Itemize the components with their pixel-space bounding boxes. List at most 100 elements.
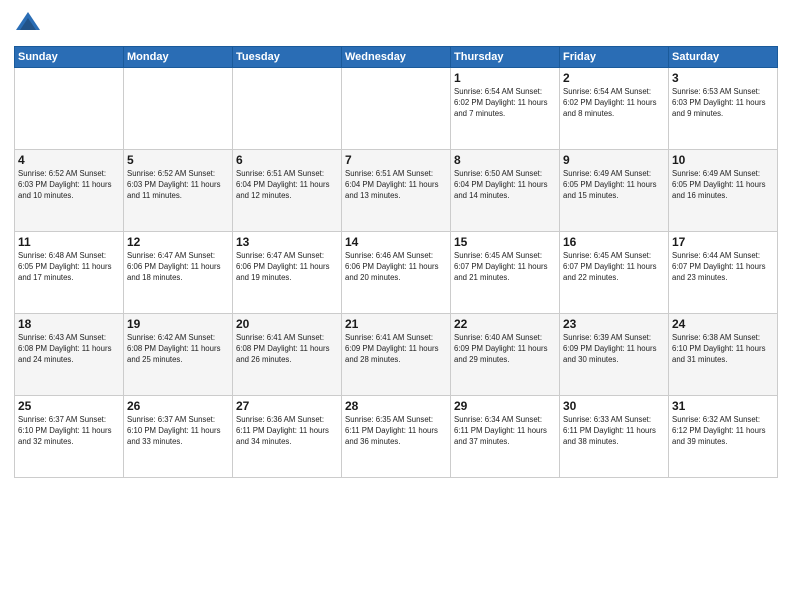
day-number: 12 bbox=[127, 235, 229, 249]
calendar-cell: 4Sunrise: 6:52 AM Sunset: 6:03 PM Daylig… bbox=[15, 150, 124, 232]
day-number: 19 bbox=[127, 317, 229, 331]
calendar-cell: 10 Sunrise: 6:49 AM Sunset: 6:05 PM Dayli… bbox=[669, 150, 778, 232]
calendar-cell: 25 Sunrise: 6:37 AM Sunset: 6:10 PM Dayli… bbox=[15, 396, 124, 478]
day-number: 31 bbox=[672, 399, 774, 413]
calendar-cell: 27 Sunrise: 6:36 AM Sunset: 6:11 PM Dayli… bbox=[233, 396, 342, 478]
cell-info: Sunrise: 6:32 AM Sunset: 6:12 PM Dayligh… bbox=[672, 415, 774, 448]
day-number: 22 bbox=[454, 317, 556, 331]
day-number: 9 bbox=[563, 153, 665, 167]
day-number: 14 bbox=[345, 235, 447, 249]
calendar-body: 1 Sunrise: 6:54 AM Sunset: 6:02 PM Daylig… bbox=[15, 68, 778, 478]
day-number: 10 bbox=[672, 153, 774, 167]
calendar-table: SundayMondayTuesdayWednesdayThursdayFrid… bbox=[14, 46, 778, 478]
calendar-cell: 26 Sunrise: 6:37 AM Sunset: 6:10 PM Dayli… bbox=[124, 396, 233, 478]
cell-info: Sunrise: 6:53 AM Sunset: 6:03 PM Dayligh… bbox=[672, 87, 774, 120]
calendar-cell: 12 Sunrise: 6:47 AM Sunset: 6:06 PM Dayli… bbox=[124, 232, 233, 314]
day-number: 11 bbox=[18, 235, 120, 249]
calendar-cell: 29 Sunrise: 6:34 AM Sunset: 6:11 PM Dayli… bbox=[451, 396, 560, 478]
day-number: 13 bbox=[236, 235, 338, 249]
cell-info: Sunrise: 6:45 AM Sunset: 6:07 PM Dayligh… bbox=[454, 251, 556, 284]
calendar-cell: 17 Sunrise: 6:44 AM Sunset: 6:07 PM Dayli… bbox=[669, 232, 778, 314]
calendar-cell: 3 Sunrise: 6:53 AM Sunset: 6:03 PM Daylig… bbox=[669, 68, 778, 150]
calendar-cell: 15Sunrise: 6:45 AM Sunset: 6:07 PM Dayli… bbox=[451, 232, 560, 314]
calendar-cell: 28 Sunrise: 6:35 AM Sunset: 6:11 PM Dayli… bbox=[342, 396, 451, 478]
day-of-week-header: Sunday bbox=[15, 47, 124, 68]
day-number: 26 bbox=[127, 399, 229, 413]
day-number: 20 bbox=[236, 317, 338, 331]
day-of-week-header: Tuesday bbox=[233, 47, 342, 68]
cell-info: Sunrise: 6:50 AM Sunset: 6:04 PM Dayligh… bbox=[454, 169, 556, 202]
day-of-week-header: Monday bbox=[124, 47, 233, 68]
cell-info: Sunrise: 6:54 AM Sunset: 6:02 PM Dayligh… bbox=[563, 87, 665, 120]
logo-icon bbox=[14, 10, 42, 38]
calendar-week-row: 25 Sunrise: 6:37 AM Sunset: 6:10 PM Dayli… bbox=[15, 396, 778, 478]
header bbox=[14, 10, 778, 38]
cell-info: Sunrise: 6:37 AM Sunset: 6:10 PM Dayligh… bbox=[127, 415, 229, 448]
cell-info: Sunrise: 6:38 AM Sunset: 6:10 PM Dayligh… bbox=[672, 333, 774, 366]
calendar-cell: 20 Sunrise: 6:41 AM Sunset: 6:08 PM Dayli… bbox=[233, 314, 342, 396]
day-number: 17 bbox=[672, 235, 774, 249]
calendar-cell bbox=[342, 68, 451, 150]
page: SundayMondayTuesdayWednesdayThursdayFrid… bbox=[0, 0, 792, 612]
cell-info: Sunrise: 6:41 AM Sunset: 6:09 PM Dayligh… bbox=[345, 333, 447, 366]
calendar-cell: 18 Sunrise: 6:43 AM Sunset: 6:08 PM Dayli… bbox=[15, 314, 124, 396]
calendar-cell: 9 Sunrise: 6:49 AM Sunset: 6:05 PM Daylig… bbox=[560, 150, 669, 232]
cell-info: Sunrise: 6:33 AM Sunset: 6:11 PM Dayligh… bbox=[563, 415, 665, 448]
calendar-cell: 30 Sunrise: 6:33 AM Sunset: 6:11 PM Dayli… bbox=[560, 396, 669, 478]
calendar-cell bbox=[233, 68, 342, 150]
day-number: 7 bbox=[345, 153, 447, 167]
cell-info: Sunrise: 6:37 AM Sunset: 6:10 PM Dayligh… bbox=[18, 415, 120, 448]
cell-info: Sunrise: 6:47 AM Sunset: 6:06 PM Dayligh… bbox=[236, 251, 338, 284]
day-number: 2 bbox=[563, 71, 665, 85]
cell-info: Sunrise: 6:43 AM Sunset: 6:08 PM Dayligh… bbox=[18, 333, 120, 366]
cell-info: Sunrise: 6:40 AM Sunset: 6:09 PM Dayligh… bbox=[454, 333, 556, 366]
cell-info: Sunrise: 6:41 AM Sunset: 6:08 PM Dayligh… bbox=[236, 333, 338, 366]
cell-info: Sunrise: 6:54 AM Sunset: 6:02 PM Dayligh… bbox=[454, 87, 556, 120]
calendar-cell bbox=[124, 68, 233, 150]
calendar-cell: 21 Sunrise: 6:41 AM Sunset: 6:09 PM Dayli… bbox=[342, 314, 451, 396]
cell-info: Sunrise: 6:39 AM Sunset: 6:09 PM Dayligh… bbox=[563, 333, 665, 366]
calendar-cell: 2 Sunrise: 6:54 AM Sunset: 6:02 PM Daylig… bbox=[560, 68, 669, 150]
calendar-cell: 13 Sunrise: 6:47 AM Sunset: 6:06 PM Dayli… bbox=[233, 232, 342, 314]
day-number: 27 bbox=[236, 399, 338, 413]
day-number: 25 bbox=[18, 399, 120, 413]
cell-info: Sunrise: 6:49 AM Sunset: 6:05 PM Dayligh… bbox=[672, 169, 774, 202]
day-of-week-header: Wednesday bbox=[342, 47, 451, 68]
calendar-cell: 23 Sunrise: 6:39 AM Sunset: 6:09 PM Dayli… bbox=[560, 314, 669, 396]
day-of-week-header: Saturday bbox=[669, 47, 778, 68]
day-number: 1 bbox=[454, 71, 556, 85]
calendar-cell: 19Sunrise: 6:42 AM Sunset: 6:08 PM Dayli… bbox=[124, 314, 233, 396]
calendar-header-row: SundayMondayTuesdayWednesdayThursdayFrid… bbox=[15, 47, 778, 68]
cell-info: Sunrise: 6:34 AM Sunset: 6:11 PM Dayligh… bbox=[454, 415, 556, 448]
calendar-week-row: 11 Sunrise: 6:48 AM Sunset: 6:05 PM Dayli… bbox=[15, 232, 778, 314]
calendar-week-row: 1 Sunrise: 6:54 AM Sunset: 6:02 PM Daylig… bbox=[15, 68, 778, 150]
day-number: 4 bbox=[18, 153, 120, 167]
calendar-cell: 24 Sunrise: 6:38 AM Sunset: 6:10 PM Dayli… bbox=[669, 314, 778, 396]
cell-info: Sunrise: 6:45 AM Sunset: 6:07 PM Dayligh… bbox=[563, 251, 665, 284]
day-number: 3 bbox=[672, 71, 774, 85]
day-number: 18 bbox=[18, 317, 120, 331]
cell-info: Sunrise: 6:51 AM Sunset: 6:04 PM Dayligh… bbox=[236, 169, 338, 202]
day-number: 21 bbox=[345, 317, 447, 331]
day-of-week-header: Friday bbox=[560, 47, 669, 68]
cell-info: Sunrise: 6:51 AM Sunset: 6:04 PM Dayligh… bbox=[345, 169, 447, 202]
calendar-cell: 5Sunrise: 6:52 AM Sunset: 6:03 PM Daylig… bbox=[124, 150, 233, 232]
cell-info: Sunrise: 6:48 AM Sunset: 6:05 PM Dayligh… bbox=[18, 251, 120, 284]
cell-info: Sunrise: 6:47 AM Sunset: 6:06 PM Dayligh… bbox=[127, 251, 229, 284]
day-number: 23 bbox=[563, 317, 665, 331]
day-number: 29 bbox=[454, 399, 556, 413]
calendar-cell: 14Sunrise: 6:46 AM Sunset: 6:06 PM Dayli… bbox=[342, 232, 451, 314]
cell-info: Sunrise: 6:49 AM Sunset: 6:05 PM Dayligh… bbox=[563, 169, 665, 202]
day-number: 30 bbox=[563, 399, 665, 413]
calendar-cell: 31 Sunrise: 6:32 AM Sunset: 6:12 PM Dayli… bbox=[669, 396, 778, 478]
calendar-week-row: 18 Sunrise: 6:43 AM Sunset: 6:08 PM Dayli… bbox=[15, 314, 778, 396]
calendar-cell: 16Sunrise: 6:45 AM Sunset: 6:07 PM Dayli… bbox=[560, 232, 669, 314]
day-number: 24 bbox=[672, 317, 774, 331]
cell-info: Sunrise: 6:35 AM Sunset: 6:11 PM Dayligh… bbox=[345, 415, 447, 448]
calendar-cell: 6 Sunrise: 6:51 AM Sunset: 6:04 PM Daylig… bbox=[233, 150, 342, 232]
calendar-cell bbox=[15, 68, 124, 150]
day-number: 6 bbox=[236, 153, 338, 167]
cell-info: Sunrise: 6:36 AM Sunset: 6:11 PM Dayligh… bbox=[236, 415, 338, 448]
day-number: 28 bbox=[345, 399, 447, 413]
cell-info: Sunrise: 6:44 AM Sunset: 6:07 PM Dayligh… bbox=[672, 251, 774, 284]
